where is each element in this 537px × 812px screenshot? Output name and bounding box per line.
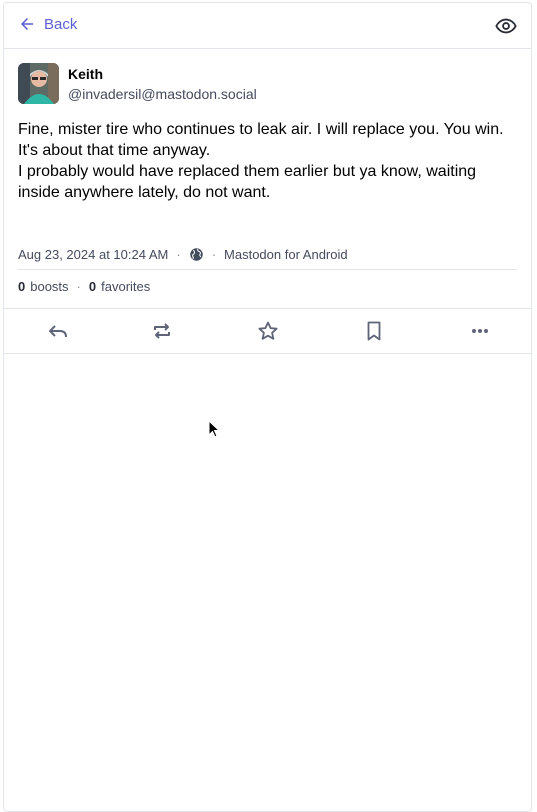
- star-icon: [258, 321, 278, 340]
- arrow-left-icon: [21, 18, 33, 30]
- account-handle[interactable]: @invadersil@mastodon.social: [68, 86, 257, 102]
- eye-icon[interactable]: [495, 15, 517, 42]
- application-name: Mastodon for Android: [224, 247, 348, 262]
- status-timestamp[interactable]: Aug 23, 2024 at 10:24 AM: [18, 247, 168, 262]
- boost-button[interactable]: [150, 319, 174, 343]
- content-line: Fine, mister tire who continues to leak …: [18, 121, 504, 138]
- avatar[interactable]: [18, 63, 59, 104]
- column-header: Back: [4, 3, 531, 49]
- counts-separator: ·: [76, 279, 81, 294]
- action-bar: [4, 308, 531, 354]
- boosts-link[interactable]: 0 boosts: [18, 279, 69, 294]
- favorites-link[interactable]: 0 favorites: [89, 279, 150, 294]
- status-panel: Back Keith @invadersil@mastodon.social F…: [3, 2, 532, 812]
- more-button[interactable]: [468, 319, 492, 343]
- meta-separator: ·: [176, 247, 181, 262]
- globe-icon: [189, 247, 204, 262]
- more-icon: [472, 329, 488, 333]
- back-button[interactable]: Back: [18, 15, 77, 33]
- content-line: It's about that time anyway.: [18, 142, 211, 159]
- reply-button[interactable]: [46, 319, 70, 343]
- bookmark-button[interactable]: [362, 319, 386, 343]
- boosts-label: boosts: [30, 279, 69, 294]
- meta-separator: ·: [211, 247, 217, 262]
- status-content: Fine, mister tire who continues to leak …: [18, 119, 508, 203]
- favorites-label: favorites: [101, 279, 151, 294]
- back-label: Back: [44, 15, 78, 33]
- bookmark-icon: [367, 321, 381, 341]
- mouse-cursor-icon: [208, 419, 221, 443]
- status-counts: 0 boosts · 0 favorites: [18, 279, 150, 294]
- status-author[interactable]: Keith @invadersil@mastodon.social: [18, 63, 257, 104]
- favorite-button[interactable]: [256, 319, 280, 343]
- boost-icon: [154, 323, 170, 339]
- divider: [18, 269, 517, 270]
- status-meta: Aug 23, 2024 at 10:24 AM · · Mastodon fo…: [18, 247, 518, 262]
- content-line: I probably would have replaced them earl…: [18, 163, 477, 201]
- favorites-count: 0: [88, 279, 97, 294]
- boosts-count: 0: [18, 279, 26, 294]
- display-name[interactable]: Keith: [68, 66, 257, 82]
- reply-icon: [49, 325, 67, 338]
